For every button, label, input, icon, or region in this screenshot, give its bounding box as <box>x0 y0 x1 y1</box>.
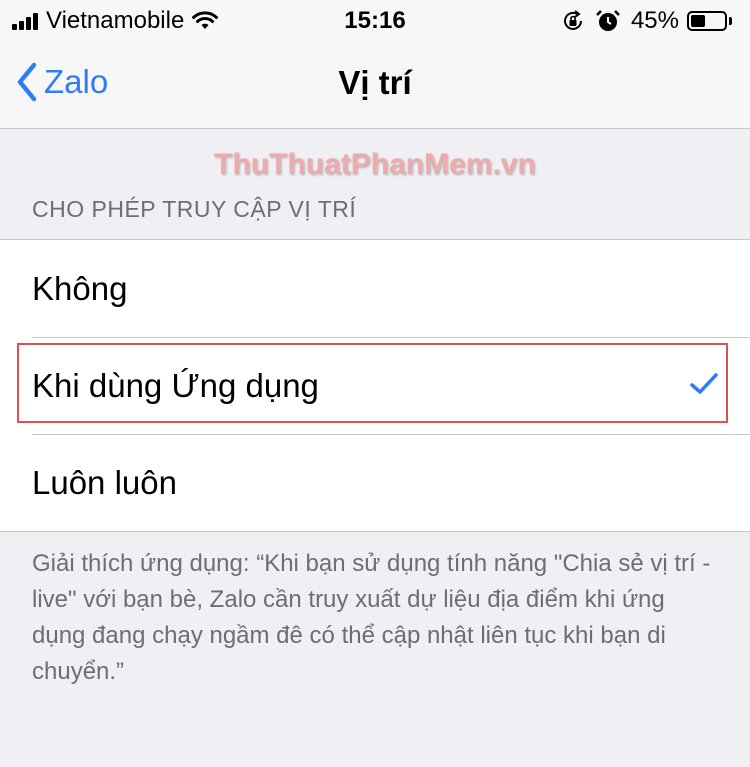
option-never[interactable]: Không <box>0 240 750 337</box>
rotation-lock-icon <box>563 10 582 30</box>
battery-icon <box>687 11 727 31</box>
battery-nub <box>729 17 732 25</box>
alarm-icon <box>596 10 620 31</box>
section-footer: Giải thích ứng dụng: “Khi bạn sử dụng tí… <box>32 550 711 685</box>
option-while-using[interactable]: Khi dùng Ứng dụng <box>0 337 750 434</box>
location-options: Không Khi dùng Ứng dụng Luôn luôn <box>0 239 750 532</box>
status-right: 45% <box>561 7 732 35</box>
page-title: Vị trí <box>338 64 412 101</box>
checkmark-icon <box>690 373 718 394</box>
battery-fill <box>691 15 705 27</box>
navigation-bar: Zalo Vị trí <box>0 40 750 129</box>
option-always[interactable]: Luôn luôn <box>0 434 750 531</box>
option-label: Không <box>32 270 128 307</box>
option-label: Khi dùng Ứng dụng <box>32 367 319 404</box>
section-header: CHO PHÉP TRUY CẬP VỊ TRÍ <box>32 196 357 222</box>
status-bar: Vietnamobile 15:16 45% <box>0 0 750 40</box>
option-label: Luôn luôn <box>32 464 177 501</box>
watermark: ThuThuatPhanMem.vn <box>214 148 536 181</box>
battery-percent: 45% <box>630 7 679 34</box>
